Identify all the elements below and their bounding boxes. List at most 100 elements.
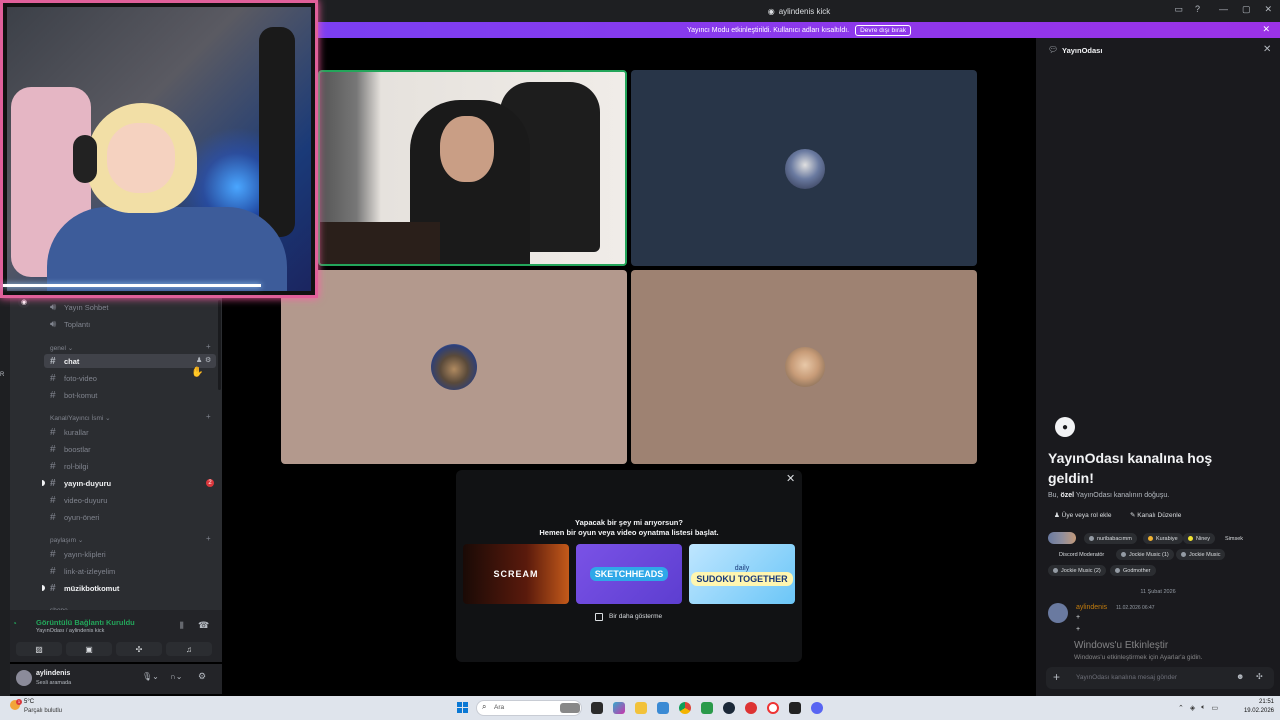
role-label: Discord Moderatör: [1059, 551, 1105, 558]
add-attachment-icon[interactable]: +: [1053, 670, 1060, 684]
add-channel-icon[interactable]: +: [206, 534, 211, 543]
channel-yayin-klipleri[interactable]: # yayın-klipleri: [50, 547, 106, 561]
search-highlight-icon[interactable]: [560, 703, 580, 713]
invite-icon[interactable]: ♟: [196, 356, 202, 364]
message-placeholder[interactable]: YayınOdası kanalına mesaj gönder: [1076, 674, 1177, 681]
channel-yayin-duyuru[interactable]: # yayın-duyuru: [50, 476, 111, 490]
dont-show-again-checkbox[interactable]: [595, 613, 603, 621]
add-channel-icon[interactable]: +: [206, 412, 211, 421]
title-bar: ◉ aylindenis kick ▭ ? — ▢ ✕: [318, 0, 1280, 22]
hash-icon: #: [50, 511, 56, 523]
xbox-icon[interactable]: [701, 702, 713, 714]
photos-icon[interactable]: [657, 702, 669, 714]
add-channel-icon[interactable]: +: [206, 342, 211, 351]
disconnect-icon[interactable]: ☎: [198, 620, 209, 631]
role-chip[interactable]: Discord Moderatör: [1054, 549, 1109, 560]
noise-suppression-icon[interactable]: ⫼: [180, 621, 184, 631]
role-chip[interactable]: Niney: [1183, 533, 1216, 544]
maximize-button[interactable]: ▢: [1242, 4, 1251, 15]
banner-close-button[interactable]: ✕: [1262, 24, 1270, 35]
search-placeholder: Ara: [494, 704, 505, 711]
epic-games-icon[interactable]: [789, 702, 801, 714]
microphone-icon[interactable]: 🎙︎⌄: [142, 672, 159, 681]
disable-streamer-mode-button[interactable]: Devre dışı bırak: [855, 24, 911, 36]
hash-icon: #: [50, 355, 56, 367]
channel-link-at-izleyelim[interactable]: # link-at-izleyelim: [50, 564, 115, 578]
battery-icon[interactable]: ▭: [1211, 704, 1218, 712]
copilot-icon[interactable]: [613, 702, 625, 714]
sidebar-scrollbar[interactable]: [218, 300, 221, 390]
system-tray[interactable]: ⌃ ◈ 🔈︎ ▭: [1178, 704, 1218, 712]
opera-icon[interactable]: [767, 702, 779, 714]
avatar[interactable]: [16, 670, 32, 686]
windows-start-icon[interactable]: [457, 702, 469, 714]
category-kanal-yayinci-ismi[interactable]: Kanal/Yayıncı İsmi ⌄: [50, 414, 111, 422]
role-chip[interactable]: nuribabacımm: [1084, 533, 1137, 544]
edit-channel-button[interactable]: ✎ Kanalı Düzenle: [1130, 511, 1181, 519]
dont-show-again-label[interactable]: Bir daha gösterme: [609, 613, 662, 620]
apps-icon[interactable]: ✣: [1256, 672, 1263, 681]
avatar[interactable]: [1048, 603, 1068, 623]
weather-temperature[interactable]: 5°C: [24, 699, 34, 705]
minimize-button[interactable]: —: [1219, 4, 1228, 15]
notification-badge: 1: [16, 699, 22, 705]
member-avatars[interactable]: [1048, 532, 1076, 544]
role-chip[interactable]: Jockie Music (2): [1048, 565, 1106, 576]
weather-description[interactable]: Parçalı bulutlu: [24, 708, 62, 714]
role-chip[interactable]: Simsek: [1220, 533, 1248, 544]
add-member-button[interactable]: ♟ Üye veya rol ekle: [1054, 511, 1112, 519]
discord-taskbar-icon[interactable]: [811, 702, 823, 714]
close-icon[interactable]: ✕: [1263, 44, 1271, 55]
channel-kurallar[interactable]: # kurallar: [50, 425, 89, 439]
network-icon[interactable]: ◈: [1190, 704, 1195, 712]
hash-icon: #: [50, 426, 56, 438]
channel-muzikbotkomut[interactable]: # müzikbotkomut: [50, 581, 119, 595]
channel-rol-bilgi[interactable]: # rol-bilgi: [50, 459, 88, 473]
channel-boostlar[interactable]: # boostlar: [50, 442, 91, 456]
headphones-icon[interactable]: ∩⌄: [170, 672, 182, 681]
volume-icon[interactable]: 🔈︎: [1201, 704, 1205, 712]
video-tile-camera[interactable]: [318, 70, 627, 266]
activities-icon: ✣: [135, 644, 143, 654]
close-window-button[interactable]: ✕: [1264, 4, 1272, 15]
help-icon[interactable]: ?: [1195, 4, 1200, 15]
message-author[interactable]: aylindenis: [1076, 604, 1107, 611]
voice-channel-toplanti[interactable]: 🔊︎ Toplantı: [50, 317, 90, 331]
activity-card-sudoku[interactable]: daily SUDOKU TOGETHER: [689, 544, 795, 604]
role-chip[interactable]: Jockie Music: [1176, 549, 1226, 560]
soundboard-button[interactable]: ♫: [166, 642, 212, 656]
voice-status[interactable]: Görüntülü Bağlantı Kuruldu: [36, 618, 135, 627]
clock-date[interactable]: 19.02.2026: [1240, 708, 1274, 714]
emoji-icon[interactable]: ☻: [1236, 672, 1244, 681]
gear-icon[interactable]: ⚙: [205, 356, 211, 364]
close-icon[interactable]: ✕: [786, 472, 795, 485]
role-chip[interactable]: Kurabiye: [1143, 533, 1183, 544]
steam-icon[interactable]: [723, 702, 735, 714]
screen-share-button[interactable]: ▣: [66, 642, 112, 656]
settings-gear-icon[interactable]: ⚙: [198, 671, 206, 682]
channel-bot-komut[interactable]: # bot-komut: [50, 388, 97, 402]
category-genel[interactable]: genel ⌄: [50, 344, 73, 352]
channel-foto-video[interactable]: # foto-video: [50, 371, 97, 385]
camera-toggle-button[interactable]: ▨: [16, 642, 62, 656]
game-app-icon[interactable]: [745, 702, 757, 714]
role-chip[interactable]: Jockie Music (1): [1116, 549, 1174, 560]
user-name[interactable]: aylindenis: [36, 670, 70, 677]
chevron-up-icon[interactable]: ⌃: [1178, 704, 1184, 712]
activity-card-scream[interactable]: SCREAM: [463, 544, 569, 604]
voice-channel-path[interactable]: YayınOdası / aylindenis kick: [36, 628, 104, 634]
clock-time[interactable]: 21:51: [1240, 699, 1274, 705]
activity-card-sketchheads[interactable]: SKETCHHEADS: [576, 544, 682, 604]
activities-button[interactable]: ✣: [116, 642, 162, 656]
channel-video-duyuru[interactable]: # video-duyuru: [50, 493, 107, 507]
activity-title: SCREAM: [493, 569, 539, 579]
task-view-icon[interactable]: [591, 702, 603, 714]
file-explorer-icon[interactable]: [635, 702, 647, 714]
chrome-icon[interactable]: [679, 702, 691, 714]
voice-channel-yayin-sohbet[interactable]: 🔊︎ Yayın Sohbet: [50, 300, 108, 314]
category-paylasim[interactable]: paylaşım ⌄: [50, 536, 83, 544]
channel-oyun-oneri[interactable]: # oyun-öneri: [50, 510, 99, 524]
channel-chat[interactable]: # chat: [50, 354, 79, 368]
inbox-icon[interactable]: ▭: [1174, 4, 1183, 15]
role-chip[interactable]: Godmother: [1110, 565, 1156, 576]
